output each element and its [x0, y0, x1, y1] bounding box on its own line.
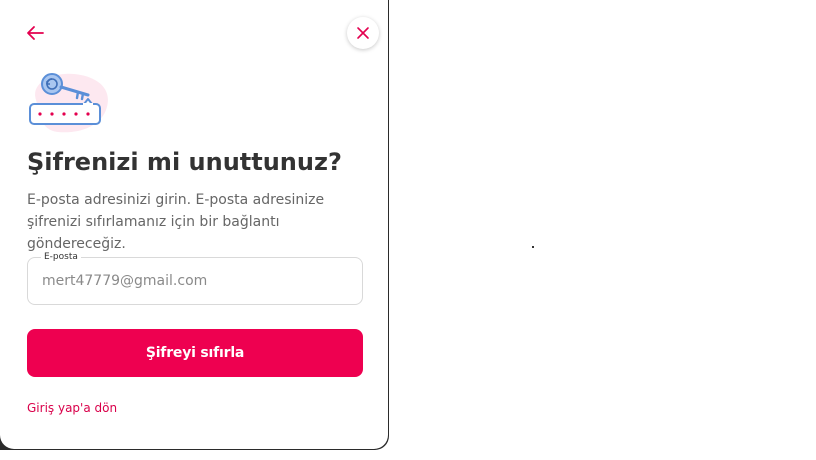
description-text: E-posta adresinizi girin. E-posta adresi…: [27, 192, 325, 252]
page: Şifrenizi mi unuttunuz? E-posta adresini…: [0, 0, 816, 460]
email-field[interactable]: E-posta: [27, 251, 363, 305]
email-input[interactable]: [42, 258, 342, 304]
close-button[interactable]: [347, 17, 379, 49]
close-icon: [357, 27, 369, 39]
forgot-password-modal: Şifrenizi mi unuttunuz? E-posta adresini…: [0, 0, 388, 449]
key-password-illustration: [29, 73, 108, 133]
reset-password-button[interactable]: Şifreyi sıfırla: [27, 329, 363, 377]
arrow-left-icon: [27, 26, 44, 40]
back-button[interactable]: [22, 20, 48, 46]
back-to-login-link[interactable]: Giriş yap'a dön: [27, 401, 117, 415]
page-title: Şifrenizi mi unuttunuz?: [27, 148, 342, 176]
stray-dot: [532, 246, 534, 248]
